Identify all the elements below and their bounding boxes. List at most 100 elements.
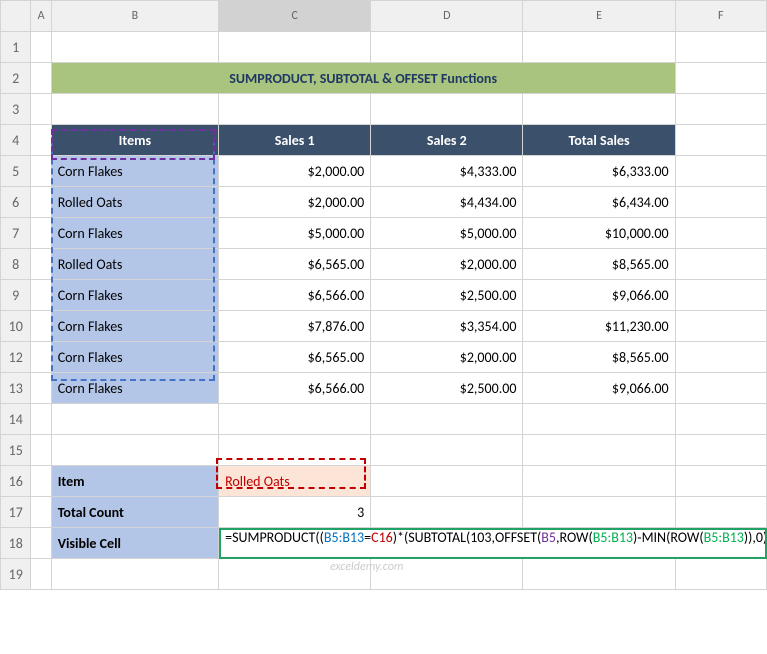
cell[interactable]	[31, 249, 51, 280]
row-header-13[interactable]: 13	[1, 373, 31, 404]
cell[interactable]	[675, 156, 766, 187]
cell[interactable]	[675, 94, 766, 125]
cell[interactable]	[523, 497, 675, 528]
cell[interactable]	[31, 311, 51, 342]
row-header-8[interactable]: 8	[1, 249, 31, 280]
cell[interactable]	[219, 94, 371, 125]
item-cell[interactable]: Rolled Oats	[51, 249, 218, 280]
cell[interactable]	[371, 94, 523, 125]
row-header-4[interactable]: 4	[1, 125, 31, 156]
cell[interactable]	[675, 63, 766, 94]
row-header-16[interactable]: 16	[1, 466, 31, 497]
total-cell[interactable]: $9,066.00	[523, 280, 675, 311]
cell[interactable]	[31, 466, 51, 497]
cell[interactable]	[675, 466, 766, 497]
item-cell[interactable]: Corn Flakes	[51, 373, 218, 404]
cell[interactable]	[219, 404, 371, 435]
col-header-D[interactable]: D	[371, 1, 523, 32]
sales2-cell[interactable]: $2,500.00	[371, 373, 523, 404]
cell[interactable]	[371, 404, 523, 435]
cell[interactable]	[219, 32, 371, 63]
cell[interactable]	[31, 63, 51, 94]
row-header-1[interactable]: 1	[1, 32, 31, 63]
cell[interactable]	[31, 280, 51, 311]
cell[interactable]	[523, 559, 675, 590]
row-header-9[interactable]: 9	[1, 280, 31, 311]
count-value-cell[interactable]: 3	[219, 497, 371, 528]
cell[interactable]	[523, 32, 675, 63]
total-cell[interactable]: $10,000.00	[523, 218, 675, 249]
cell[interactable]	[51, 404, 218, 435]
sales2-cell[interactable]: $4,333.00	[371, 156, 523, 187]
cell[interactable]	[31, 404, 51, 435]
cell[interactable]	[31, 528, 51, 559]
row-header-7[interactable]: 7	[1, 218, 31, 249]
col-header-B[interactable]: B	[51, 1, 218, 32]
row-header-3[interactable]: 3	[1, 94, 31, 125]
cell[interactable]	[371, 559, 523, 590]
cell[interactable]	[371, 32, 523, 63]
cell[interactable]	[523, 466, 675, 497]
cell[interactable]	[675, 187, 766, 218]
row-header-17[interactable]: 17	[1, 497, 31, 528]
sales1-cell[interactable]: $5,000.00	[219, 218, 371, 249]
cell[interactable]	[675, 218, 766, 249]
formula-cell[interactable]: =SUMPRODUCT((B5:B13=C16)*(SUBTOTAL(103,O…	[219, 528, 767, 559]
item-value-cell[interactable]: Rolled Oats	[219, 466, 371, 497]
cell[interactable]	[675, 342, 766, 373]
item-cell[interactable]: Rolled Oats	[51, 187, 218, 218]
cell[interactable]	[371, 497, 523, 528]
col-header-C[interactable]: C	[219, 1, 371, 32]
cell[interactable]	[31, 94, 51, 125]
cell[interactable]	[675, 125, 766, 156]
cell[interactable]	[675, 559, 766, 590]
row-header-19[interactable]: 19	[1, 559, 31, 590]
cell[interactable]	[51, 94, 218, 125]
total-cell[interactable]: $6,434.00	[523, 187, 675, 218]
cell[interactable]	[31, 187, 51, 218]
cell[interactable]	[675, 435, 766, 466]
sales2-cell[interactable]: $2,500.00	[371, 280, 523, 311]
cell[interactable]	[675, 280, 766, 311]
cell[interactable]	[31, 32, 51, 63]
corner-cell[interactable]	[1, 1, 31, 32]
row-header-2[interactable]: 2	[1, 63, 31, 94]
sales2-cell[interactable]: $2,000.00	[371, 342, 523, 373]
cell[interactable]	[371, 435, 523, 466]
cell[interactable]	[675, 311, 766, 342]
row-header-14[interactable]: 14	[1, 404, 31, 435]
page-title[interactable]: SUMPRODUCT, SUBTOTAL & OFFSET Functions	[51, 63, 675, 94]
item-label[interactable]: Item	[51, 466, 218, 497]
row-header-10[interactable]: 10	[1, 311, 31, 342]
cell[interactable]	[31, 435, 51, 466]
sales1-cell[interactable]: $6,566.00	[219, 373, 371, 404]
row-header-15[interactable]: 15	[1, 435, 31, 466]
item-cell[interactable]: Corn Flakes	[51, 156, 218, 187]
col-header-E[interactable]: E	[523, 1, 675, 32]
total-cell[interactable]: $9,066.00	[523, 373, 675, 404]
cell[interactable]	[219, 435, 371, 466]
visible-label[interactable]: Visible Cell	[51, 528, 218, 559]
cell[interactable]	[31, 125, 51, 156]
cell[interactable]	[31, 373, 51, 404]
sales2-cell[interactable]: $5,000.00	[371, 218, 523, 249]
header-sales1[interactable]: Sales 1	[219, 125, 371, 156]
cell[interactable]	[523, 94, 675, 125]
cell[interactable]	[523, 435, 675, 466]
cell[interactable]	[675, 32, 766, 63]
sales2-cell[interactable]: $4,434.00	[371, 187, 523, 218]
col-header-F[interactable]: F	[675, 1, 766, 32]
total-cell[interactable]: $8,565.00	[523, 249, 675, 280]
cell[interactable]	[31, 497, 51, 528]
grid[interactable]: A B C D E F 1 2 SUMPRODUCT, SUBTOTAL & O…	[0, 0, 767, 590]
row-header-12[interactable]: 12	[1, 342, 31, 373]
item-cell[interactable]: Corn Flakes	[51, 280, 218, 311]
header-sales2[interactable]: Sales 2	[371, 125, 523, 156]
cell[interactable]	[675, 373, 766, 404]
row-header-5[interactable]: 5	[1, 156, 31, 187]
cell[interactable]	[219, 559, 371, 590]
sales1-cell[interactable]: $6,565.00	[219, 342, 371, 373]
sales1-cell[interactable]: $7,876.00	[219, 311, 371, 342]
cell[interactable]	[675, 404, 766, 435]
item-cell[interactable]: Corn Flakes	[51, 311, 218, 342]
